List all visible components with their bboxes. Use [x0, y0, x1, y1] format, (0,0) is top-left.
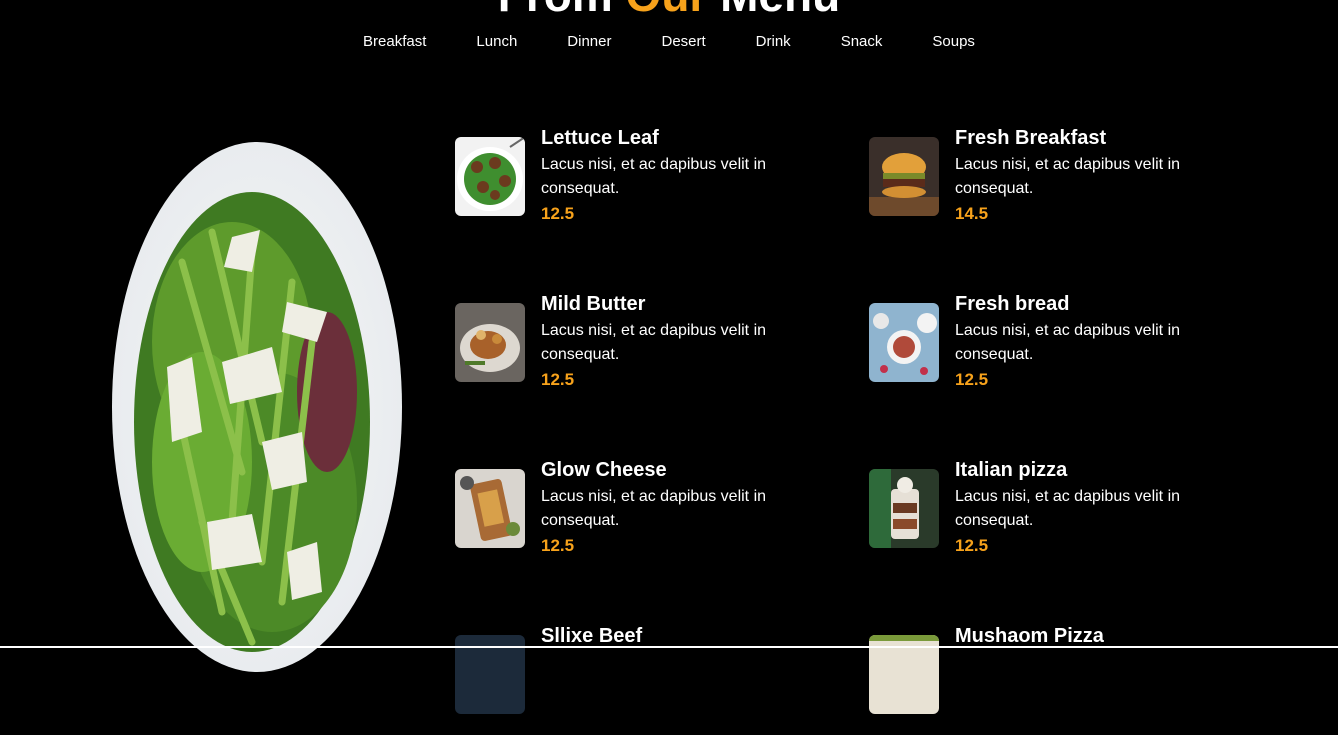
menu-item-description: Lacus nisi, et ac dapibus velit in conse…	[541, 322, 767, 363]
menu-item[interactable]: Sllixe Beef	[455, 625, 835, 735]
menu-item-description: Lacus nisi, et ac dapibus velit in conse…	[955, 156, 1181, 197]
menu-item-price: 14.5	[955, 204, 989, 223]
roast-plate-image	[455, 303, 525, 382]
menu-item-title: Sllixe Beef	[541, 625, 643, 647]
menu-item-description: Lacus nisi, et ac dapibus velit in conse…	[541, 488, 767, 529]
menu-item-price: 12.5	[955, 536, 989, 555]
menu-item-price: 12.5	[541, 370, 575, 389]
menu-item-title: Fresh bread	[955, 293, 1070, 315]
menu-item[interactable]: Italian pizza Lacus nisi, et ac dapibus …	[869, 459, 1249, 569]
heading-prefix: From	[498, 0, 626, 21]
tab-lunch[interactable]: Lunch	[476, 33, 517, 50]
tab-snack[interactable]: Snack	[841, 33, 883, 50]
menu-item-title: Glow Cheese	[541, 459, 667, 481]
tab-drink[interactable]: Drink	[756, 33, 791, 50]
menu-item-title: Fresh Breakfast	[955, 127, 1107, 149]
menu-item-description: Lacus nisi, et ac dapibus velit in conse…	[955, 322, 1181, 363]
menu-category-tabs: Breakfast Lunch Dinner Desert Drink Snac…	[0, 33, 1338, 50]
menu-item[interactable]: Mild Butter Lacus nisi, et ac dapibus ve…	[455, 293, 835, 403]
tab-breakfast[interactable]: Breakfast	[363, 33, 426, 50]
burger-image	[869, 137, 939, 216]
menu-item-price: 12.5	[541, 204, 575, 223]
salad-illustration	[134, 192, 370, 652]
heading-accent: Our	[626, 0, 708, 21]
menu-item-title: Mild Butter	[541, 293, 646, 315]
menu-item-title: Mushaom Pizza	[955, 625, 1104, 647]
section-heading: From Our Menu	[0, 0, 1338, 22]
menu-item-description: Lacus nisi, et ac dapibus velit in conse…	[541, 156, 767, 197]
menu-item-title: Lettuce Leaf	[541, 127, 659, 149]
menu-item[interactable]: Mushaom Pizza	[869, 625, 1249, 735]
menu-item[interactable]: Glow Cheese Lacus nisi, et ac dapibus ve…	[455, 459, 835, 569]
board-snacks-image	[455, 469, 525, 548]
menu-item[interactable]: Fresh Breakfast Lacus nisi, et ac dapibu…	[869, 127, 1249, 237]
meatballs-salad-image	[455, 137, 525, 216]
parfait-glass-image	[869, 469, 939, 548]
menu-item-description: Lacus nisi, et ac dapibus velit in conse…	[955, 488, 1181, 529]
heading-suffix: Menu	[707, 0, 840, 21]
menu-item-price: 12.5	[955, 370, 989, 389]
menu-item[interactable]: Lettuce Leaf Lacus nisi, et ac dapibus v…	[455, 127, 835, 237]
menu-item-title: Italian pizza	[955, 459, 1068, 481]
menu-item[interactable]: Fresh bread Lacus nisi, et ac dapibus ve…	[869, 293, 1249, 403]
featured-salad-plate-image	[112, 142, 402, 672]
breakfast-bowls-image	[869, 303, 939, 382]
tab-dinner[interactable]: Dinner	[567, 33, 611, 50]
tab-soups[interactable]: Soups	[932, 33, 975, 50]
menu-item-price: 12.5	[541, 536, 575, 555]
tab-desert[interactable]: Desert	[661, 33, 705, 50]
